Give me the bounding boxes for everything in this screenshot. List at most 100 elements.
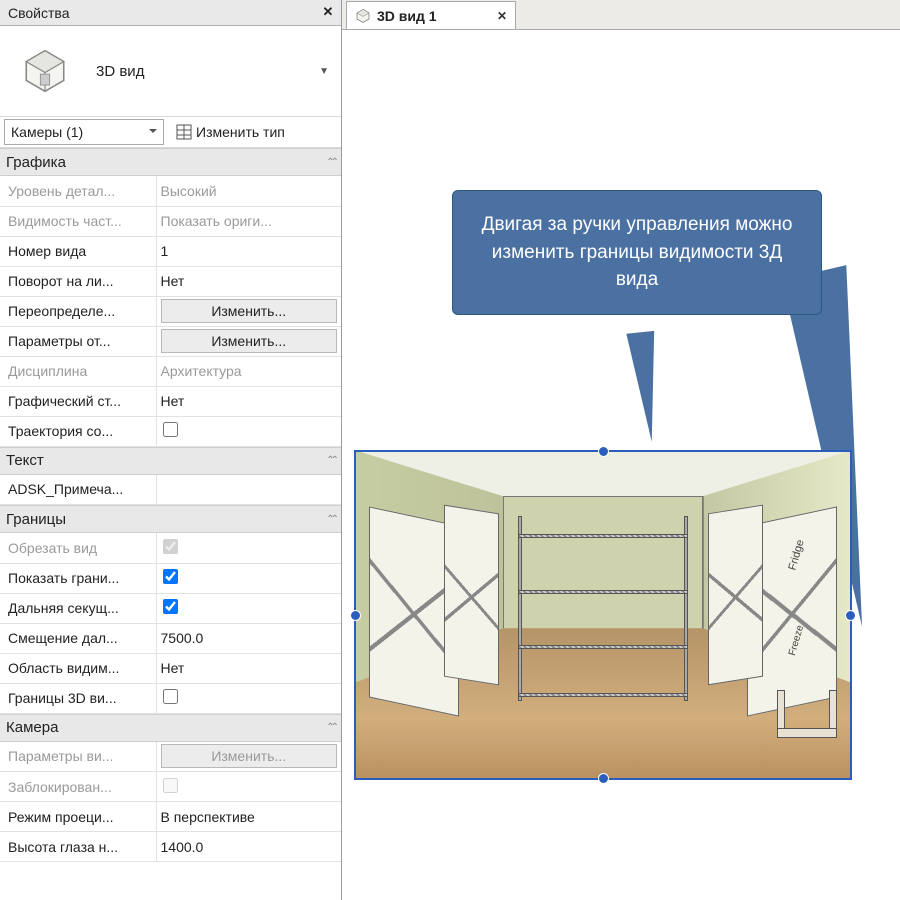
group-header-graphics[interactable]: Графика ⌃⌃ xyxy=(0,148,341,176)
row-view-params: Параметры ви... Изменить... xyxy=(0,742,341,772)
label: Дальняя секущ... xyxy=(0,593,156,623)
viewport-area: 3D вид 1 ✕ Двигая за ручки управления мо… xyxy=(342,0,900,900)
display-params-edit-button[interactable]: Изменить... xyxy=(161,329,338,353)
label: Номер вида xyxy=(0,236,156,266)
label: ADSK_Примеча... xyxy=(0,475,156,505)
value[interactable] xyxy=(156,475,341,505)
label: Параметры ви... xyxy=(0,742,156,772)
panel-titlebar: Свойства ✕ xyxy=(0,0,341,26)
value[interactable]: Нет xyxy=(156,386,341,416)
far-clip-checkbox[interactable] xyxy=(163,599,178,614)
value[interactable]: В перспективе xyxy=(156,802,341,832)
properties-panel: Свойства ✕ 3D вид ▼ Камеры (1) xyxy=(0,0,342,900)
crop-handle-bottom[interactable] xyxy=(598,773,609,784)
view-params-edit-button[interactable]: Изменить... xyxy=(161,744,338,768)
crop-handle-left[interactable] xyxy=(350,610,361,621)
value: Архитектура xyxy=(156,356,341,386)
row-visibility: Видимость част... Показать ориги... xyxy=(0,206,341,236)
label: Дисциплина xyxy=(0,356,156,386)
group-title: Камера xyxy=(6,719,58,736)
label: Обрезать вид xyxy=(0,533,156,563)
value[interactable]: 1400.0 xyxy=(156,832,341,862)
props-table-boundaries: Обрезать вид Показать грани... Дальняя с… xyxy=(0,533,341,714)
callout-tail xyxy=(626,331,665,443)
view3d-icon xyxy=(355,8,371,24)
value[interactable]: Нет xyxy=(156,266,341,296)
type-label-wrap: 3D вид ▼ xyxy=(86,63,335,80)
crop-handle-top[interactable] xyxy=(598,446,609,457)
row-sun-path: Траектория со... xyxy=(0,416,341,446)
label: Режим проеци... xyxy=(0,802,156,832)
label: Высота глаза н... xyxy=(0,832,156,862)
row-detail-level: Уровень детал... Высокий xyxy=(0,176,341,206)
overrides-edit-button[interactable]: Изменить... xyxy=(161,299,338,323)
tab-close-button[interactable]: ✕ xyxy=(497,9,507,23)
row-locked: Заблокирован... xyxy=(0,772,341,802)
label: Переопределе... xyxy=(0,296,156,326)
view3d-icon xyxy=(4,34,86,108)
row-show-crop: Показать грани... xyxy=(0,563,341,593)
props-table-camera: Параметры ви... Изменить... Заблокирован… xyxy=(0,742,341,863)
instance-row: Камеры (1) Изменить тип xyxy=(0,116,341,148)
row-projection: Режим проеци... В перспективе xyxy=(0,802,341,832)
label: Графический ст... xyxy=(0,386,156,416)
row-adsk-note: ADSK_Примеча... xyxy=(0,475,341,505)
row-bounds-3d: Границы 3D ви... xyxy=(0,683,341,713)
row-far-offset: Смещение дал... 7500.0 xyxy=(0,623,341,653)
viewport-canvas[interactable]: Двигая за ручки управления можно изменит… xyxy=(342,30,900,900)
row-eye-height: Высота глаза н... 1400.0 xyxy=(0,832,341,862)
edit-type-label: Изменить тип xyxy=(196,124,285,140)
group-header-text[interactable]: Текст ⌃⌃ xyxy=(0,447,341,475)
collapse-icon: ⌃⌃ xyxy=(326,157,335,168)
row-crop-view: Обрезать вид xyxy=(0,533,341,563)
group-header-camera[interactable]: Камера ⌃⌃ xyxy=(0,714,341,742)
view-tab-3d[interactable]: 3D вид 1 ✕ xyxy=(346,1,516,29)
properties-body[interactable]: Графика ⌃⌃ Уровень детал... Высокий Види… xyxy=(0,148,341,900)
edit-type-button[interactable]: Изменить тип xyxy=(172,122,289,142)
label: Видимость част... xyxy=(0,206,156,236)
callout-text: Двигая за ручки управления можно изменит… xyxy=(482,214,793,290)
label: Уровень детал... xyxy=(0,176,156,206)
group-title: Границы xyxy=(6,511,66,528)
label: Область видим... xyxy=(0,653,156,683)
view-tab-bar: 3D вид 1 ✕ xyxy=(342,0,900,30)
props-table-text: ADSK_Примеча... xyxy=(0,475,341,506)
row-visible-area: Область видим... Нет xyxy=(0,653,341,683)
props-table-graphics: Уровень детал... Высокий Видимость част.… xyxy=(0,176,341,447)
value[interactable]: 7500.0 xyxy=(156,623,341,653)
value[interactable]: Нет xyxy=(156,653,341,683)
value[interactable]: 1 xyxy=(156,236,341,266)
row-overrides: Переопределе... Изменить... xyxy=(0,296,341,326)
instance-selector[interactable]: Камеры (1) xyxy=(4,119,164,145)
row-rotation: Поворот на ли... Нет xyxy=(0,266,341,296)
label: Заблокирован... xyxy=(0,772,156,802)
callout-box: Двигая за ручки управления можно изменит… xyxy=(452,190,822,315)
label: Границы 3D ви... xyxy=(0,683,156,713)
row-view-number: Номер вида 1 xyxy=(0,236,341,266)
group-title: Графика xyxy=(6,154,66,171)
group-header-boundaries[interactable]: Границы ⌃⌃ xyxy=(0,505,341,533)
panel-title: Свойства xyxy=(8,5,319,21)
row-discipline: Дисциплина Архитектура xyxy=(0,356,341,386)
edit-type-icon xyxy=(176,124,192,140)
show-crop-checkbox[interactable] xyxy=(163,569,178,584)
row-display-params: Параметры от... Изменить... xyxy=(0,326,341,356)
label: Поворот на ли... xyxy=(0,266,156,296)
group-title: Текст xyxy=(6,452,44,469)
bounds-3d-checkbox[interactable] xyxy=(163,689,178,704)
panel-close-button[interactable]: ✕ xyxy=(319,4,337,22)
label: Траектория со... xyxy=(0,416,156,446)
sun-path-checkbox[interactable] xyxy=(163,422,178,437)
label: Смещение дал... xyxy=(0,623,156,653)
collapse-icon: ⌃⌃ xyxy=(326,455,335,466)
collapse-icon: ⌃⌃ xyxy=(326,722,335,733)
tab-title: 3D вид 1 xyxy=(377,8,491,24)
type-label: 3D вид xyxy=(96,63,144,80)
instance-selector-value: Камеры (1) xyxy=(11,124,83,140)
label: Показать грани... xyxy=(0,563,156,593)
chevron-down-icon[interactable]: ▼ xyxy=(319,66,329,77)
type-selector[interactable]: 3D вид ▼ xyxy=(0,26,341,116)
crop-region[interactable] xyxy=(354,450,852,780)
crop-handle-right[interactable] xyxy=(845,610,856,621)
row-far-clip: Дальняя секущ... xyxy=(0,593,341,623)
